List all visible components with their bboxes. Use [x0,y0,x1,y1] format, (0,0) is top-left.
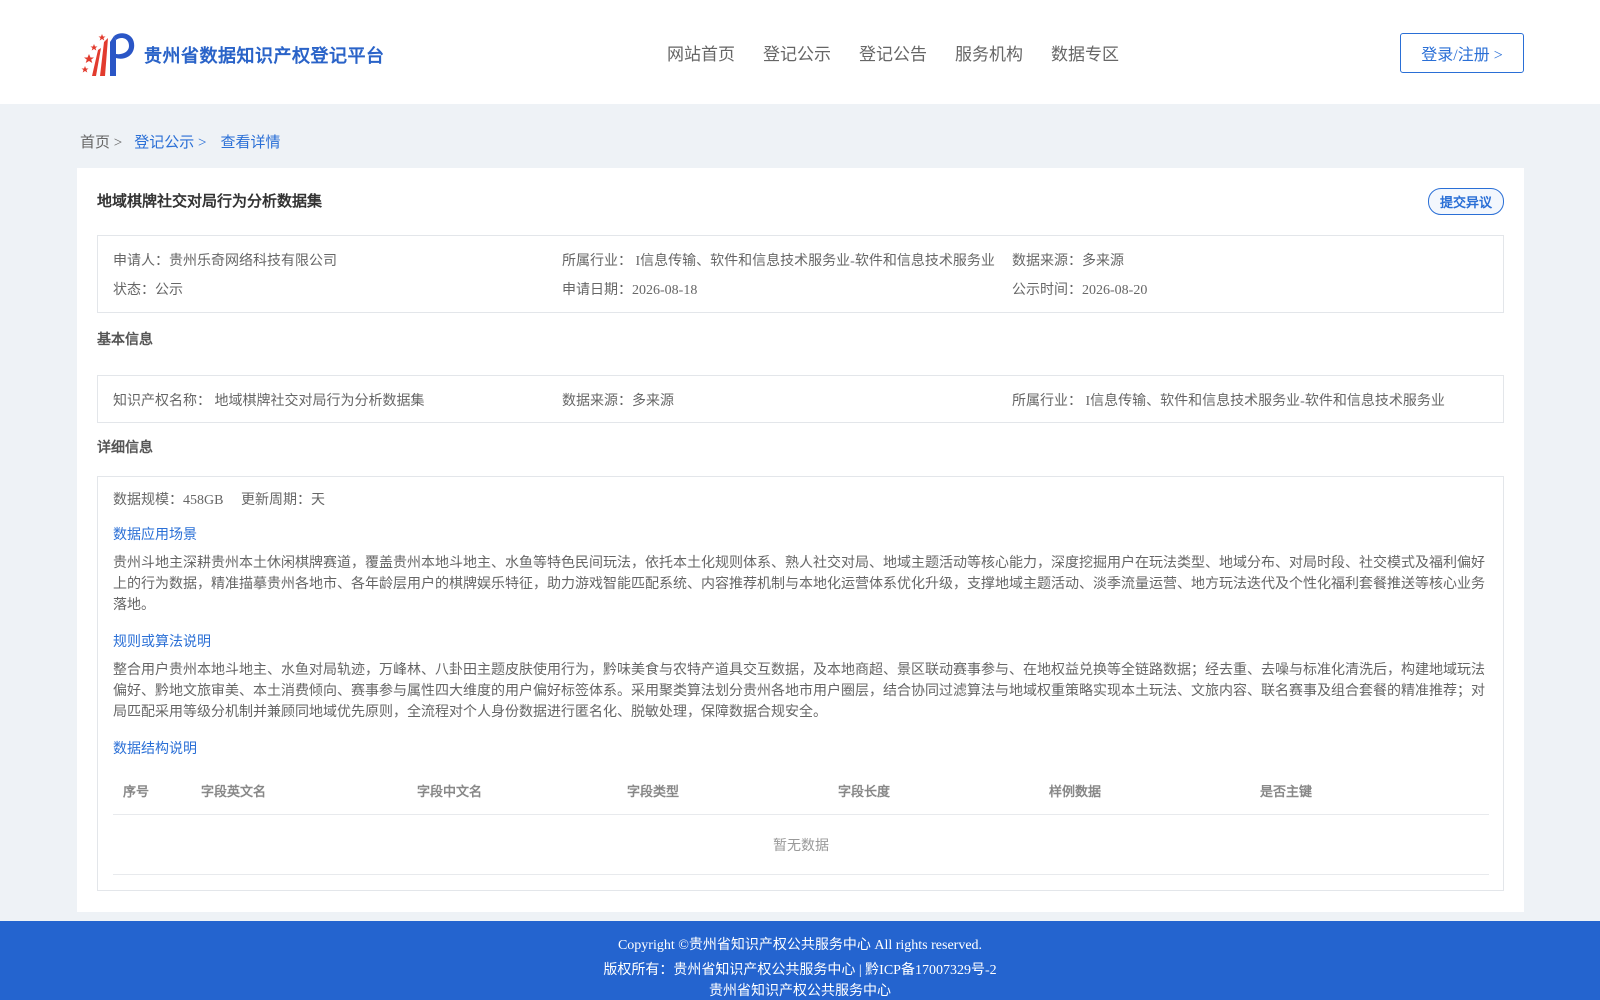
status-field: 状态：公示 [113,283,183,298]
basic-industry-field: 所属行业： I信息传输、软件和信息技术服务业-软件和信息技术服务业 [1012,394,1445,409]
footer-org: 贵州省知识产权公共服务中心 [709,984,891,999]
page-title: 地域棋牌社交对局行为分析数据集 [97,192,323,210]
nav-data-zone[interactable]: 数据专区 [1051,40,1119,65]
summary-panel: 申请人：贵州乐奇网络科技有限公司 所属行业： I信息传输、软件和信息技术服务业-… [97,235,1504,313]
top-header: 贵州省数据知识产权登记平台 网站首页 登记公示 登记公告 服务机构 数据专区 登… [0,0,1600,104]
detail-info-heading: 详细信息 [97,440,153,456]
industry-field: 所属行业： I信息传输、软件和信息技术服务业-软件和信息技术服务业 [562,254,995,269]
structure-heading: 数据结构说明 [113,742,197,757]
table-empty-state: 暂无数据 [113,815,1489,875]
data-scale-field: 数据规模：458GB [113,493,224,508]
submit-objection-button[interactable]: 提交异议 [1428,188,1504,215]
col-field-length: 字段长度 [838,785,891,800]
ip-name-field: 知识产权名称： 地域棋牌社交对局行为分析数据集 [113,394,425,409]
page-footer: Copyright ©贵州省知识产权公共服务中心 All rights rese… [0,921,1600,1000]
basic-info-panel: 知识产权名称： 地域棋牌社交对局行为分析数据集 数据来源：多来源 所属行业： I… [97,375,1504,423]
col-field-type: 字段类型 [627,785,680,800]
nav-home[interactable]: 网站首页 [667,40,735,65]
nav-registration-publicity[interactable]: 登记公示 [763,40,831,65]
site-title[interactable]: 贵州省数据知识产权登记平台 [144,42,385,68]
col-primary-key: 是否主键 [1260,785,1313,800]
applicant-field: 申请人：贵州乐奇网络科技有限公司 [113,254,337,269]
nav-service-agencies[interactable]: 服务机构 [955,40,1023,65]
col-index: 序号 [123,785,150,800]
rules-heading: 规则或算法说明 [113,635,211,650]
footer-copyright: Copyright ©贵州省知识产权公共服务中心 All rights rese… [617,938,983,953]
detail-card: 地域棋牌社交对局行为分析数据集 提交异议 申请人：贵州乐奇网络科技有限公司 所属… [77,168,1524,912]
data-source-field: 数据来源：多来源 [1012,254,1124,269]
nav-registration-announcement[interactable]: 登记公告 [859,40,927,65]
rules-text: 整合用户贵州本地斗地主、水鱼对局轨迹，万峰林、八卦田主题皮肤使用行为，黔味美食与… [113,663,1485,720]
breadcrumb-parent[interactable]: 登记公示 > [134,131,206,152]
breadcrumb-current: 查看详情 [220,135,281,151]
col-sample-data: 样例数据 [1049,785,1102,800]
breadcrumb: 首页 > 登记公示 > 查看详情 [80,131,280,152]
update-cycle-field: 更新周期：天 [241,493,325,508]
publish-date-field: 公示时间：2026-08-20 [1012,283,1148,298]
col-chinese-name: 字段中文名 [417,785,483,800]
apply-date-field: 申请日期：2026-08-18 [562,283,698,298]
footer-owner: 版权所有：贵州省知识产权公共服务中心 | 黔ICP备17007329号-2 [603,963,997,978]
login-register-button[interactable]: 登录/注册 > [1400,33,1524,73]
col-english-name: 字段英文名 [201,785,267,800]
breadcrumb-home[interactable]: 首页 > [80,131,122,152]
structure-table-header: 序号 字段英文名 字段中文名 字段类型 字段长度 样例数据 是否主键 [113,777,1489,815]
flag-stars-logo-icon[interactable] [80,28,138,78]
scenario-heading: 数据应用场景 [113,528,197,543]
main-nav: 网站首页 登记公示 登记公告 服务机构 数据专区 [667,40,1147,65]
basic-data-source-field: 数据来源：多来源 [562,394,674,409]
detail-info-panel: 数据规模：458GB 更新周期：天 数据应用场景 贵州斗地主深耕贵州本土休闲棋牌… [97,476,1504,891]
basic-info-heading: 基本信息 [97,332,153,348]
scenario-text: 贵州斗地主深耕贵州本土休闲棋牌赛道，覆盖贵州本地斗地主、水鱼等特色民间玩法，依托… [113,556,1485,613]
